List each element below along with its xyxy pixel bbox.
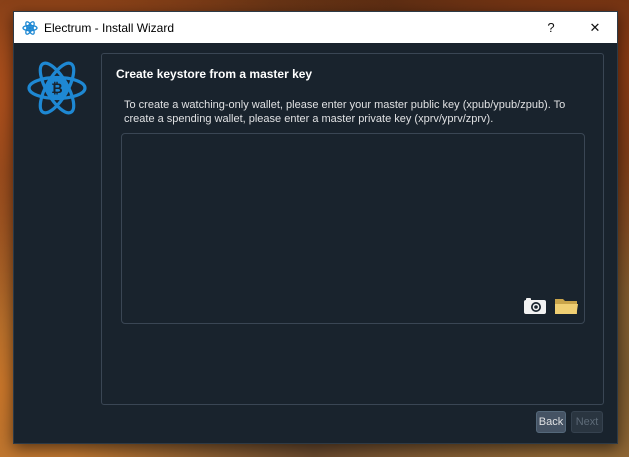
wizard-content-panel: Create keystore from a master key To cre… <box>101 53 604 405</box>
electrum-logo-icon <box>22 20 38 36</box>
folder-icon[interactable] <box>554 295 580 317</box>
install-wizard-window: Electrum - Install Wizard ? ✕ ₿ Create k… <box>13 11 618 444</box>
window-title: Electrum - Install Wizard <box>44 20 175 35</box>
svg-text:₿: ₿ <box>51 81 62 97</box>
title-bar[interactable]: Electrum - Install Wizard ? ✕ <box>14 12 617 43</box>
camera-icon[interactable] <box>522 295 548 317</box>
page-title: Create keystore from a master key <box>116 67 313 81</box>
next-button[interactable]: Next <box>571 411 603 433</box>
electrum-bitcoin-logo-icon: ₿ <box>25 56 89 120</box>
master-key-input[interactable] <box>122 134 584 323</box>
back-button[interactable]: Back <box>536 411 566 433</box>
help-button[interactable]: ? <box>529 12 573 43</box>
instructions-text: To create a watching-only wallet, please… <box>124 99 566 125</box>
master-key-field[interactable] <box>121 133 585 324</box>
close-button[interactable]: ✕ <box>573 12 617 43</box>
